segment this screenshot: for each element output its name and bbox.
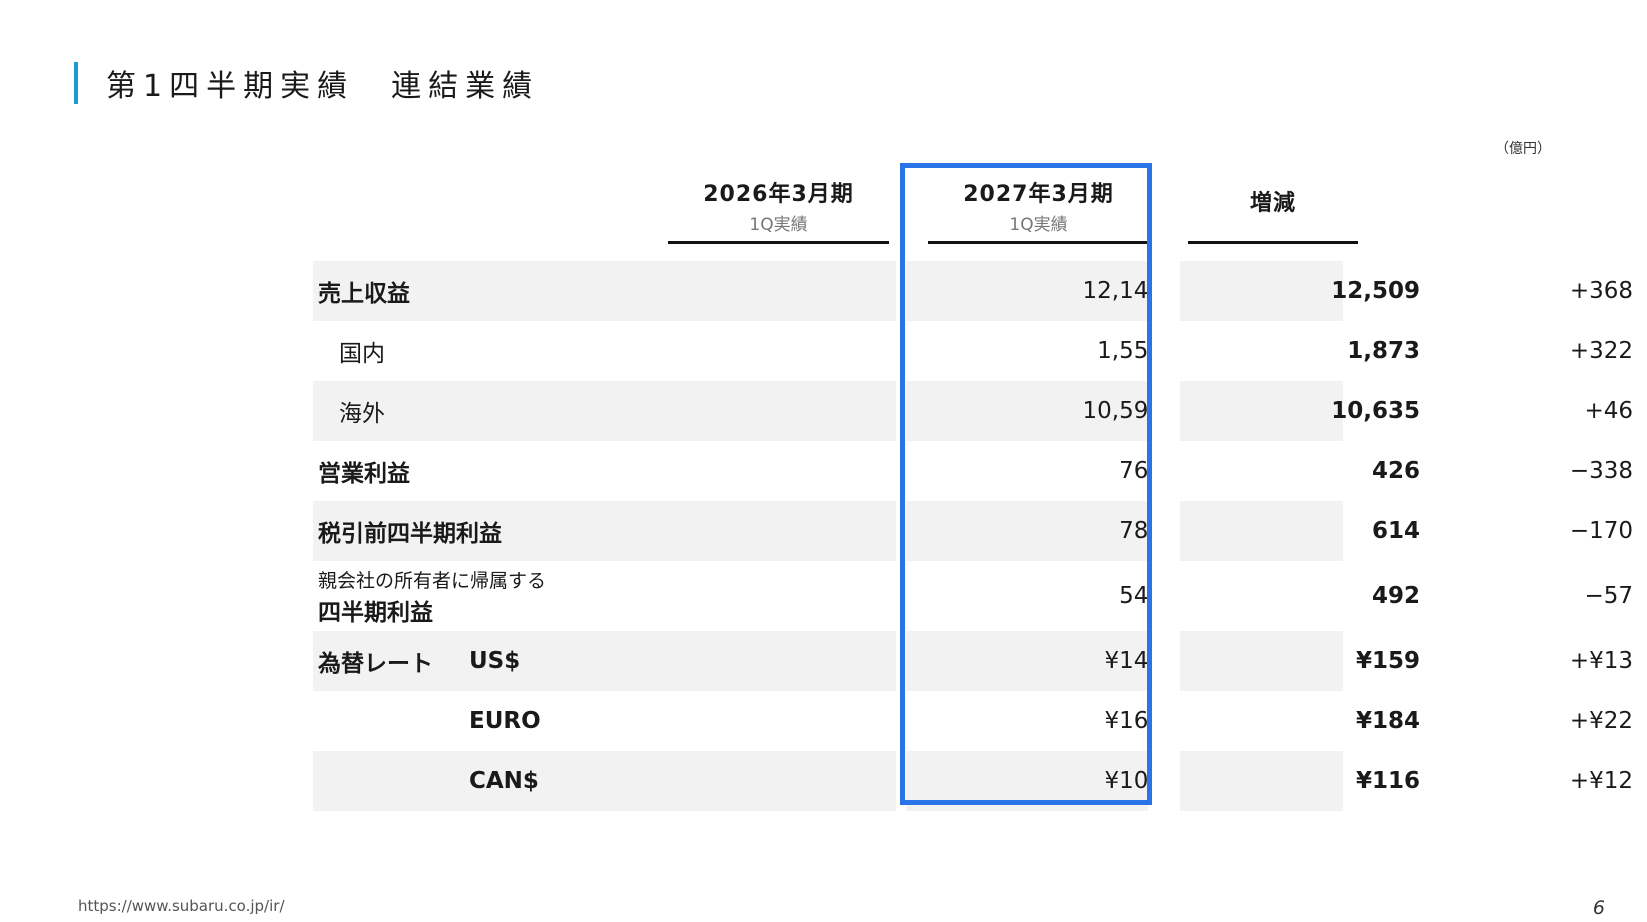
column-header-fy2026-period: 2026年3月期 bbox=[703, 182, 854, 207]
column-gutter bbox=[1148, 255, 1180, 815]
row-label-small: 親会社の所有者に帰属する bbox=[318, 569, 547, 592]
value-change: −170 bbox=[1569, 518, 1633, 544]
page-title: 第1四半期実績 連結業績 bbox=[106, 69, 540, 104]
value-change: +322 bbox=[1569, 338, 1633, 364]
value-change: +46 bbox=[1584, 398, 1633, 424]
row-label: 税引前四半期利益 bbox=[318, 521, 502, 547]
table-row-overseas: 海外 10,590 10,635 +46 bbox=[313, 381, 1633, 441]
table-row-revenue: 売上収益 12,141 12,509 +368 bbox=[313, 261, 1633, 321]
current-period-highlight bbox=[900, 163, 1152, 805]
value-change: −57 bbox=[1584, 583, 1633, 609]
value-change: +368 bbox=[1569, 278, 1633, 304]
table-row-fx-cad: CAN$ ¥104 ¥116 +¥12 bbox=[313, 751, 1633, 811]
column-header-change-label: 増減 bbox=[1249, 191, 1296, 216]
column-header-underline bbox=[1188, 241, 1358, 244]
value-change: +¥22 bbox=[1569, 708, 1633, 734]
column-header-underline bbox=[668, 241, 889, 244]
value-change: −338 bbox=[1569, 458, 1633, 484]
value-change: +¥12 bbox=[1569, 768, 1633, 794]
title-accent-bar bbox=[74, 62, 78, 104]
row-label: 海外 bbox=[339, 401, 385, 427]
row-label-main: 四半期利益 bbox=[318, 599, 433, 626]
currency-label: CAN$ bbox=[469, 768, 539, 794]
column-header-change: 増減 bbox=[1188, 176, 1358, 244]
value-change: +¥13 bbox=[1569, 648, 1633, 674]
column-header-fy2026: 2026年3月期 1Q実績 bbox=[668, 176, 889, 244]
row-label: 売上収益 bbox=[318, 281, 410, 307]
table-row-net-profit: 親会社の所有者に帰属する 四半期利益 548 492 −57 bbox=[313, 561, 1633, 631]
currency-label: EURO bbox=[469, 708, 541, 734]
row-label: 親会社の所有者に帰属する 四半期利益 bbox=[318, 561, 546, 631]
column-header-fy2026-sub: 1Q実績 bbox=[749, 215, 808, 235]
row-label: 営業利益 bbox=[318, 461, 410, 487]
unit-label: （億円） bbox=[1495, 141, 1551, 157]
row-label: 国内 bbox=[339, 341, 385, 367]
table-row-domestic: 国内 1,551 1,873 +322 bbox=[313, 321, 1633, 381]
table-row-pretax-profit: 税引前四半期利益 785 614 −170 bbox=[313, 501, 1633, 561]
table-row-fx-euro: EURO ¥162 ¥184 +¥22 bbox=[313, 691, 1633, 751]
page-number: 6 bbox=[1592, 897, 1605, 919]
table-row-fx-usd: 為替レート US$ ¥146 ¥159 +¥13 bbox=[313, 631, 1633, 691]
currency-label: US$ bbox=[469, 648, 521, 674]
row-label: 為替レート bbox=[318, 651, 433, 677]
table-row-operating-profit: 営業利益 764 426 −338 bbox=[313, 441, 1633, 501]
footer-url: https://www.subaru.co.jp/ir/ bbox=[78, 897, 285, 915]
